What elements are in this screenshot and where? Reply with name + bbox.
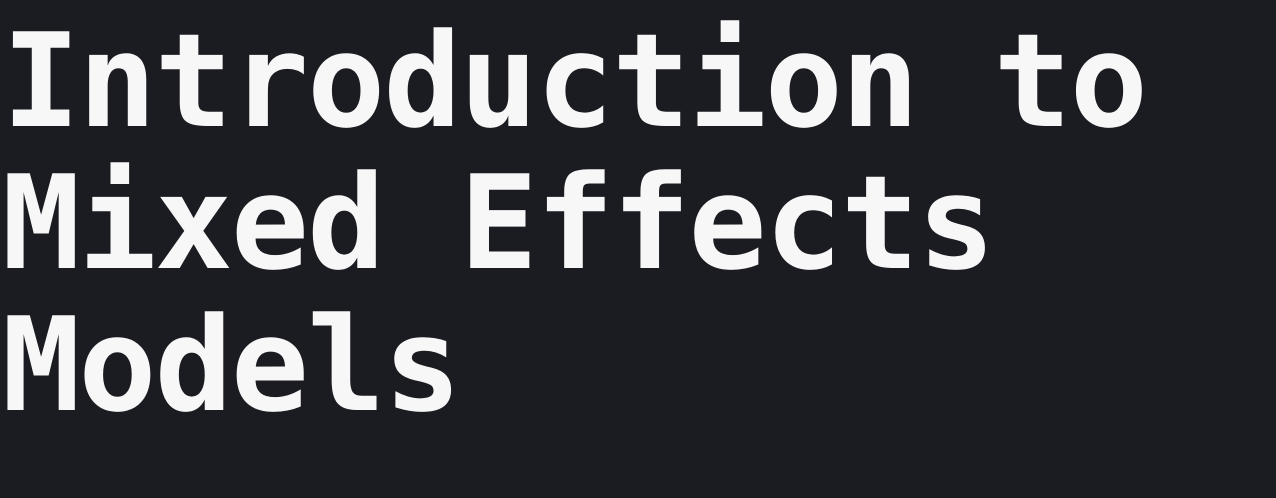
page-title: Introduction to Mixed Effects Models [2,5,1148,441]
title-line-1: Introduction to [2,5,1148,157]
title-slide: Introduction to Mixed Effects Models [0,0,1276,498]
title-line-2: Mixed Effects [2,147,995,299]
title-line-3: Models [2,289,462,441]
